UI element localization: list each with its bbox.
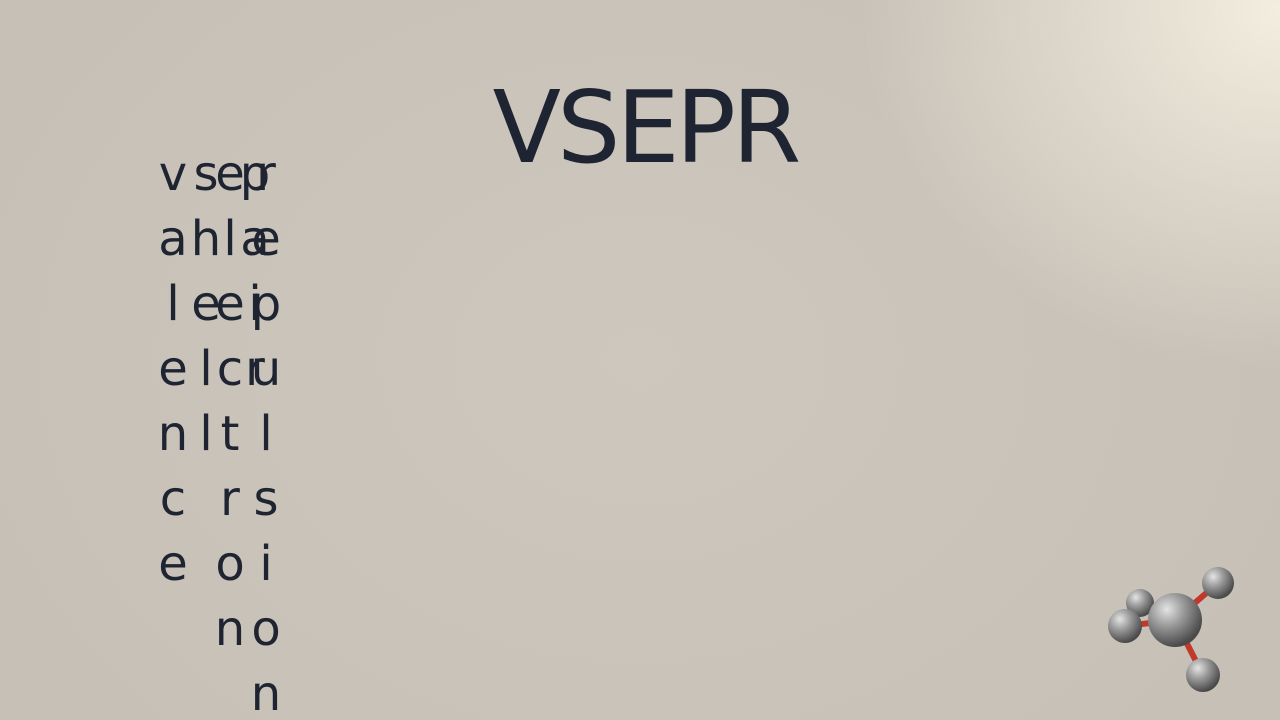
word-letter: i — [259, 536, 273, 592]
word-letter: n — [157, 406, 189, 462]
word-letter: l — [259, 406, 273, 462]
word-letter: o — [215, 536, 245, 592]
tetrahedral-molecule-icon — [1108, 567, 1234, 692]
word-letter: l — [199, 406, 213, 462]
word-letter: p — [250, 276, 282, 332]
word-letter: h — [190, 211, 222, 267]
word-letter: e — [158, 341, 188, 397]
scene: VSEPR valenceshellelectronpairrepulsion — [0, 0, 1280, 720]
word-letter: c — [216, 341, 244, 397]
word-letter: n — [250, 666, 282, 720]
word-letter: e — [158, 536, 188, 592]
word-letter: n — [214, 601, 246, 657]
word-letter: r — [256, 146, 276, 202]
word-letter: l — [223, 211, 237, 267]
word-letter: c — [159, 471, 187, 527]
word-letter: t — [220, 406, 240, 462]
title: VSEPR — [492, 69, 802, 186]
word-letter: s — [253, 471, 279, 527]
word-letter: e — [251, 211, 281, 267]
word-letter: a — [158, 211, 188, 267]
word-letter: u — [250, 341, 282, 397]
word-letter: l — [199, 341, 213, 397]
word-letter: o — [251, 601, 281, 657]
word-letter: r — [220, 471, 240, 527]
word-letter: e — [215, 276, 245, 332]
word-letter: v — [158, 146, 188, 202]
word-letter: l — [166, 276, 180, 332]
atoms — [1108, 567, 1234, 692]
